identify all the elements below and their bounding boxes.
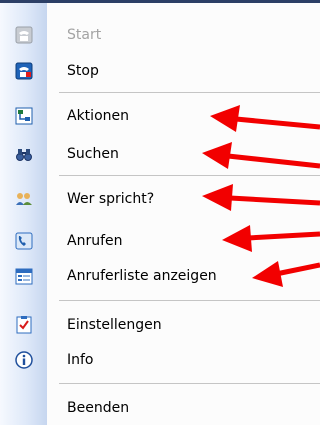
caller-list-icon: [15, 268, 33, 285]
menu-item-anrufen[interactable]: Anrufen: [0, 224, 320, 258]
menu-separator: [59, 175, 320, 176]
menu-item-wer-spricht[interactable]: Wer spricht?: [0, 182, 320, 216]
menu-separator: [59, 300, 320, 301]
menu-item-info[interactable]: Info: [0, 343, 320, 377]
menu-item-label: Start: [67, 27, 102, 43]
menu-item-aktionen[interactable]: Aktionen: [0, 99, 320, 133]
menu-item-start: Start: [0, 18, 320, 52]
menu-item-label: Info: [67, 352, 94, 368]
menu-separator: [59, 383, 320, 384]
phone-start-icon: [15, 26, 33, 44]
menu-item-suchen[interactable]: Suchen: [0, 137, 320, 171]
menu-item-beenden[interactable]: Beenden: [0, 391, 320, 425]
menu-item-label: Anruferliste anzeigen: [67, 268, 217, 284]
info-icon: [15, 351, 33, 369]
menu-item-label: Suchen: [67, 146, 119, 162]
context-menu: Start Stop Aktionen Suchen Wer spricht? …: [0, 3, 320, 425]
phone-stop-icon: [15, 62, 33, 80]
binoculars-icon: [16, 149, 32, 161]
menu-item-label: Aktionen: [67, 108, 129, 124]
menu-item-label: Wer spricht?: [67, 191, 155, 207]
actions-flow-icon: [15, 107, 33, 125]
menu-item-label: Beenden: [67, 400, 130, 416]
people-icon: [16, 193, 32, 205]
menu-item-einstellengen[interactable]: Einstellengen: [0, 308, 320, 342]
checklist-icon: [16, 316, 32, 334]
menu-item-stop[interactable]: Stop: [0, 54, 320, 88]
menu-item-label: Stop: [67, 63, 99, 79]
menu-item-label: Anrufen: [67, 233, 123, 249]
menu-item-anruferliste-anzeigen[interactable]: Anruferliste anzeigen: [0, 259, 320, 293]
menu-item-label: Einstellengen: [67, 317, 162, 333]
handset-call-icon: [15, 232, 33, 250]
menu-separator: [59, 92, 320, 93]
